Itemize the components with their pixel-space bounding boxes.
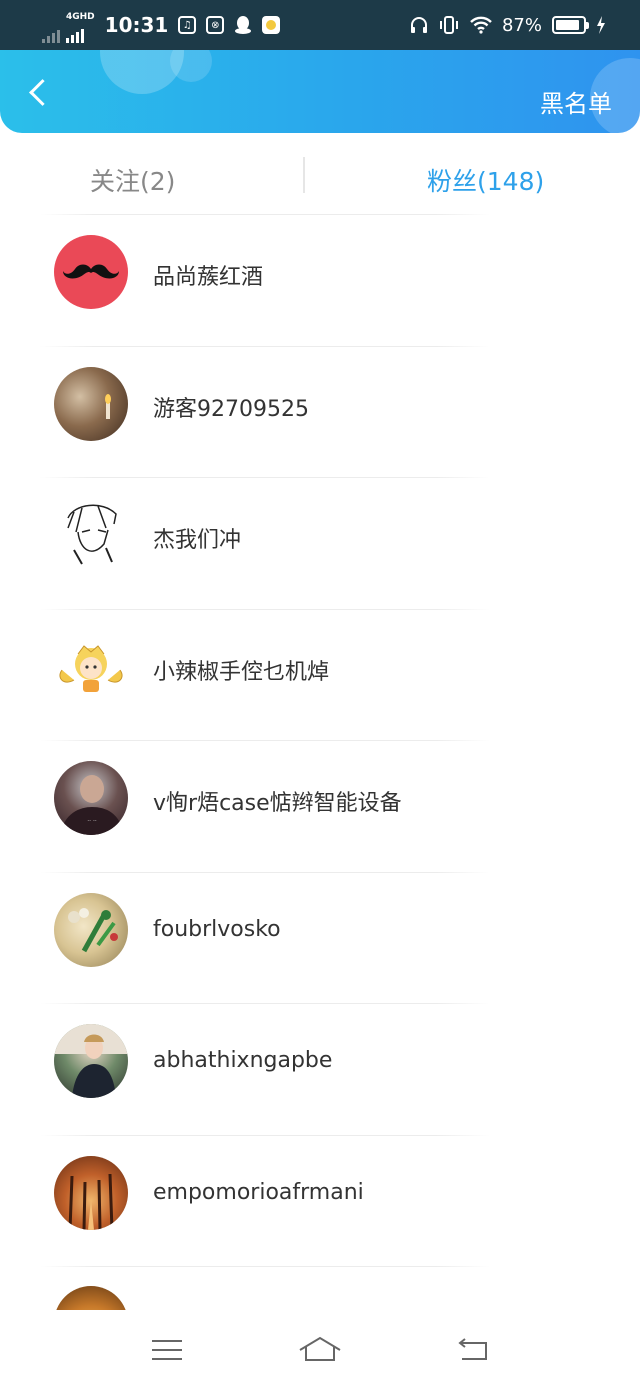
battery-fill — [556, 20, 579, 30]
back-nav-button[interactable] — [443, 1325, 503, 1375]
avatar — [54, 629, 128, 704]
avatar — [54, 366, 128, 441]
avatar — [54, 498, 128, 572]
tab-fans[interactable]: 粉丝(148) — [427, 162, 544, 198]
list-item[interactable]: ·· ·· v恂r焐case惦辫智能设备 — [0, 740, 640, 872]
system-nav-bar — [0, 1313, 640, 1387]
battery-icon — [552, 16, 589, 34]
tab-bar: 关注(2) 粉丝(148) — [0, 140, 640, 216]
home-icon — [299, 1336, 341, 1361]
chat-app-icon — [262, 16, 281, 34]
back-button[interactable] — [18, 72, 58, 112]
avatar: ·· ·· — [54, 761, 128, 835]
status-bar: 4GHD 10:31 ♫ ⊗ 87% — [0, 0, 640, 50]
svg-text:·· ··: ·· ·· — [87, 818, 97, 825]
list-item[interactable]: 品尚蔟红酒 — [0, 214, 640, 346]
list-item[interactable]: abhathixngapbe — [0, 1003, 640, 1135]
home-button[interactable] — [290, 1325, 350, 1375]
vibrate-icon — [439, 16, 458, 34]
list-item[interactable]: 游客92709525 — [0, 345, 640, 478]
network-indicator: 4GHD — [42, 8, 95, 43]
headphones-icon — [410, 17, 427, 33]
mustache-icon — [63, 264, 119, 279]
fan-name: abhathixngapbe — [153, 1048, 333, 1073]
fan-name: 游客92709525 — [153, 396, 309, 422]
signal-icon — [66, 27, 95, 43]
list-item[interactable]: 小辣椒手倥乜机焯 — [0, 608, 640, 741]
menu-button[interactable] — [137, 1325, 197, 1375]
back-icon — [458, 1338, 488, 1360]
signal-weak-icon — [42, 27, 60, 43]
menu-icon — [151, 1340, 182, 1360]
list-item[interactable] — [0, 1266, 640, 1316]
sunset-photo-icon — [54, 1286, 128, 1310]
clock: 10:31 — [104, 13, 169, 37]
decorative-bubble — [170, 50, 212, 82]
top-header: 黑名单 — [0, 50, 640, 133]
wifi-icon — [470, 16, 492, 34]
sketch-face-icon — [67, 504, 117, 565]
person-photo-icon: ·· ·· — [60, 775, 124, 835]
flower-photo-icon — [68, 907, 118, 952]
qq-icon — [235, 16, 252, 34]
list-item[interactable]: foubrlvosko — [0, 871, 640, 1004]
man-photo-icon — [54, 1024, 128, 1098]
avatar — [54, 1024, 128, 1098]
battery-percent: 87% — [501, 14, 542, 36]
charging-icon — [597, 16, 605, 34]
avatar — [54, 235, 128, 309]
list-item[interactable]: 杰我们冲 — [0, 477, 640, 609]
avatar — [54, 892, 128, 967]
cartoon-character-icon — [59, 644, 123, 692]
candle-icon — [105, 393, 111, 419]
music-icon: ♫ — [178, 16, 197, 34]
status-right: 87% — [410, 15, 606, 36]
fan-name: 杰我们冲 — [153, 528, 242, 553]
app-icon: ⊗ — [206, 16, 225, 34]
tab-divider — [303, 157, 305, 193]
fan-name: foubrlvosko — [153, 916, 281, 942]
network-type-label: 4GHD — [66, 11, 95, 22]
tab-follow[interactable]: 关注(2) — [90, 162, 175, 198]
blacklist-button[interactable]: 黑名单 — [540, 84, 612, 119]
autumn-forest-icon — [68, 1173, 114, 1230]
list-item[interactable]: empomorioafrmani — [0, 1134, 640, 1267]
fan-name: empomorioafrmani — [153, 1179, 364, 1205]
fan-name: 品尚蔟红酒 — [153, 265, 264, 290]
avatar — [54, 1286, 128, 1310]
fans-list: 品尚蔟红酒 游客92709525 杰我们冲 小辣椒手倥乜机焯 ·· ·· v恂r… — [0, 214, 640, 1316]
status-left: 4GHD 10:31 ♫ ⊗ — [42, 8, 281, 43]
fan-name: v恂r焐case惦辫智能设备 — [153, 791, 402, 816]
fan-name: 小辣椒手倥乜机焯 — [153, 659, 330, 685]
avatar — [54, 1155, 128, 1230]
